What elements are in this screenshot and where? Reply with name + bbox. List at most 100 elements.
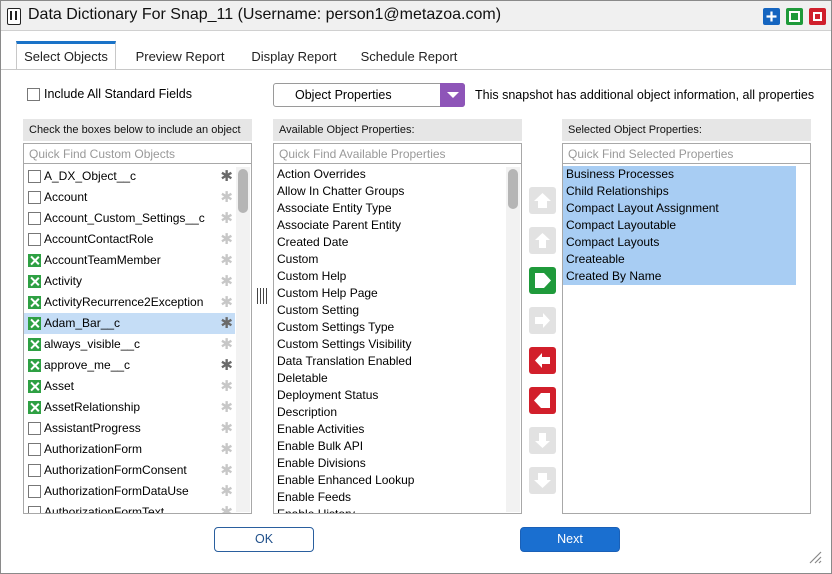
object-checkbox[interactable] xyxy=(28,464,41,477)
available-property-item[interactable]: Enable Divisions xyxy=(274,455,505,472)
object-checkbox[interactable] xyxy=(28,296,41,309)
available-property-item[interactable]: Enable Activities xyxy=(274,421,505,438)
available-property-item[interactable]: Custom Help Page xyxy=(274,285,505,302)
move-top-button[interactable] xyxy=(529,187,556,214)
available-property-item[interactable]: Custom xyxy=(274,251,505,268)
object-checkbox[interactable] xyxy=(28,506,41,513)
selected-property-item[interactable]: Compact Layouts xyxy=(563,234,796,251)
object-checkbox[interactable] xyxy=(28,275,41,288)
selected-property-item[interactable]: Compact Layout Assignment xyxy=(563,200,796,217)
object-checkbox[interactable] xyxy=(28,212,41,225)
properties-type-dropdown[interactable]: Object Properties xyxy=(273,83,465,107)
move-down-button[interactable] xyxy=(529,427,556,454)
available-property-item[interactable]: Custom Setting xyxy=(274,302,505,319)
add-all-button[interactable] xyxy=(529,267,556,294)
object-row[interactable]: AuthorizationForm ✱ xyxy=(24,439,235,460)
dialog-window: Data Dictionary For Snap_11 (Username: p… xyxy=(0,0,832,574)
object-row[interactable]: AuthorizationFormDataUse ✱ xyxy=(24,481,235,502)
object-checkbox[interactable] xyxy=(28,380,41,393)
remove-all-button[interactable] xyxy=(529,387,556,414)
splitter-handle[interactable] xyxy=(257,288,268,304)
object-checkbox[interactable] xyxy=(28,191,41,204)
object-row[interactable]: Asset ✱ xyxy=(24,376,235,397)
object-row[interactable]: Account_Custom_Settings__c ✱ xyxy=(24,208,235,229)
object-row[interactable]: always_visible__c ✱ xyxy=(24,334,235,355)
object-row[interactable]: ActivityRecurrence2Exception ✱ xyxy=(24,292,235,313)
available-property-item[interactable]: Description xyxy=(274,404,505,421)
chevron-down-icon[interactable] xyxy=(440,83,465,107)
tab-select-objects[interactable]: Select Objects xyxy=(16,41,116,69)
available-property-item[interactable]: Enable Enhanced Lookup xyxy=(274,472,505,489)
available-property-item[interactable]: Enable History xyxy=(274,506,505,513)
object-checkbox[interactable] xyxy=(28,443,41,456)
object-checkbox[interactable] xyxy=(28,317,41,330)
scrollbar-thumb[interactable] xyxy=(238,169,248,213)
object-checkbox[interactable] xyxy=(28,485,41,498)
include-standard-fields-label[interactable]: Include All Standard Fields xyxy=(44,87,192,101)
tab-preview-report[interactable]: Preview Report xyxy=(123,41,237,69)
object-row[interactable]: A_DX_Object__c ✱ xyxy=(24,166,235,187)
move-up-button[interactable] xyxy=(529,227,556,254)
selected-properties-list[interactable]: Quick Find Selected Properties Business … xyxy=(562,143,811,514)
maximize-button[interactable] xyxy=(763,8,780,25)
objects-scrollbar[interactable] xyxy=(236,167,250,512)
available-property-item[interactable]: Created Date xyxy=(274,234,505,251)
available-search-input[interactable]: Quick Find Available Properties xyxy=(274,144,521,164)
objects-list[interactable]: Quick Find Custom Objects A_DX_Object__c… xyxy=(23,143,252,514)
object-row[interactable]: AccountContactRole ✱ xyxy=(24,229,235,250)
move-bottom-button[interactable] xyxy=(529,467,556,494)
restore-button[interactable] xyxy=(786,8,803,25)
available-property-item[interactable]: Custom Help xyxy=(274,268,505,285)
object-checkbox[interactable] xyxy=(28,401,41,414)
object-row[interactable]: approve_me__c ✱ xyxy=(24,355,235,376)
available-property-item[interactable]: Enable Feeds xyxy=(274,489,505,506)
available-property-item[interactable]: Custom Settings Type xyxy=(274,319,505,336)
available-properties-list[interactable]: Quick Find Available Properties Action O… xyxy=(273,143,522,514)
selected-property-item[interactable]: Business Processes xyxy=(563,166,796,183)
object-row[interactable]: AuthorizationFormText ✱ xyxy=(24,502,235,513)
object-checkbox[interactable] xyxy=(28,233,41,246)
objects-search-input[interactable]: Quick Find Custom Objects xyxy=(24,144,251,164)
available-property-item[interactable]: Deployment Status xyxy=(274,387,505,404)
report-icon xyxy=(7,8,21,25)
object-row[interactable]: AuthorizationFormConsent ✱ xyxy=(24,460,235,481)
object-row[interactable]: Adam_Bar__c ✱ xyxy=(24,313,235,334)
object-checkbox[interactable] xyxy=(28,338,41,351)
object-row[interactable]: AccountTeamMember ✱ xyxy=(24,250,235,271)
available-property-item[interactable]: Associate Entity Type xyxy=(274,200,505,217)
tab-schedule-report[interactable]: Schedule Report xyxy=(351,41,467,69)
object-row[interactable]: AssetRelationship ✱ xyxy=(24,397,235,418)
object-row[interactable]: Account ✱ xyxy=(24,187,235,208)
next-button[interactable]: Next xyxy=(520,527,620,552)
available-property-item[interactable]: Custom Settings Visibility xyxy=(274,336,505,353)
object-checkbox[interactable] xyxy=(28,170,41,183)
title-bar[interactable]: Data Dictionary For Snap_11 (Username: p… xyxy=(1,1,831,31)
resize-grip-icon[interactable] xyxy=(808,550,822,564)
available-scrollbar[interactable] xyxy=(506,167,520,512)
available-property-item[interactable]: Enable Bulk API xyxy=(274,438,505,455)
selected-property-item[interactable]: Created By Name xyxy=(563,268,796,285)
available-property-item[interactable]: Allow In Chatter Groups xyxy=(274,183,505,200)
object-checkbox[interactable] xyxy=(28,359,41,372)
remove-selected-button[interactable] xyxy=(529,347,556,374)
scrollbar-thumb[interactable] xyxy=(508,169,518,209)
available-property-item[interactable]: Data Translation Enabled xyxy=(274,353,505,370)
available-property-item[interactable]: Deletable xyxy=(274,370,505,387)
custom-object-star-icon: ✱ xyxy=(220,462,233,479)
object-row[interactable]: AssistantProgress ✱ xyxy=(24,418,235,439)
ok-button[interactable]: OK xyxy=(214,527,314,552)
add-selected-button[interactable] xyxy=(529,307,556,334)
selected-search-input[interactable]: Quick Find Selected Properties xyxy=(563,144,810,164)
object-checkbox[interactable] xyxy=(28,422,41,435)
object-checkbox[interactable] xyxy=(28,254,41,267)
object-row[interactable]: Activity ✱ xyxy=(24,271,235,292)
selected-property-item[interactable]: Child Relationships xyxy=(563,183,796,200)
close-button[interactable] xyxy=(809,8,826,25)
object-label: ActivityRecurrence2Exception xyxy=(44,295,204,309)
selected-property-item[interactable]: Createable xyxy=(563,251,796,268)
selected-property-item[interactable]: Compact Layoutable xyxy=(563,217,796,234)
available-property-item[interactable]: Associate Parent Entity xyxy=(274,217,505,234)
tab-display-report[interactable]: Display Report xyxy=(239,41,349,69)
available-property-item[interactable]: Action Overrides xyxy=(274,166,505,183)
include-standard-fields-checkbox[interactable] xyxy=(27,88,40,101)
